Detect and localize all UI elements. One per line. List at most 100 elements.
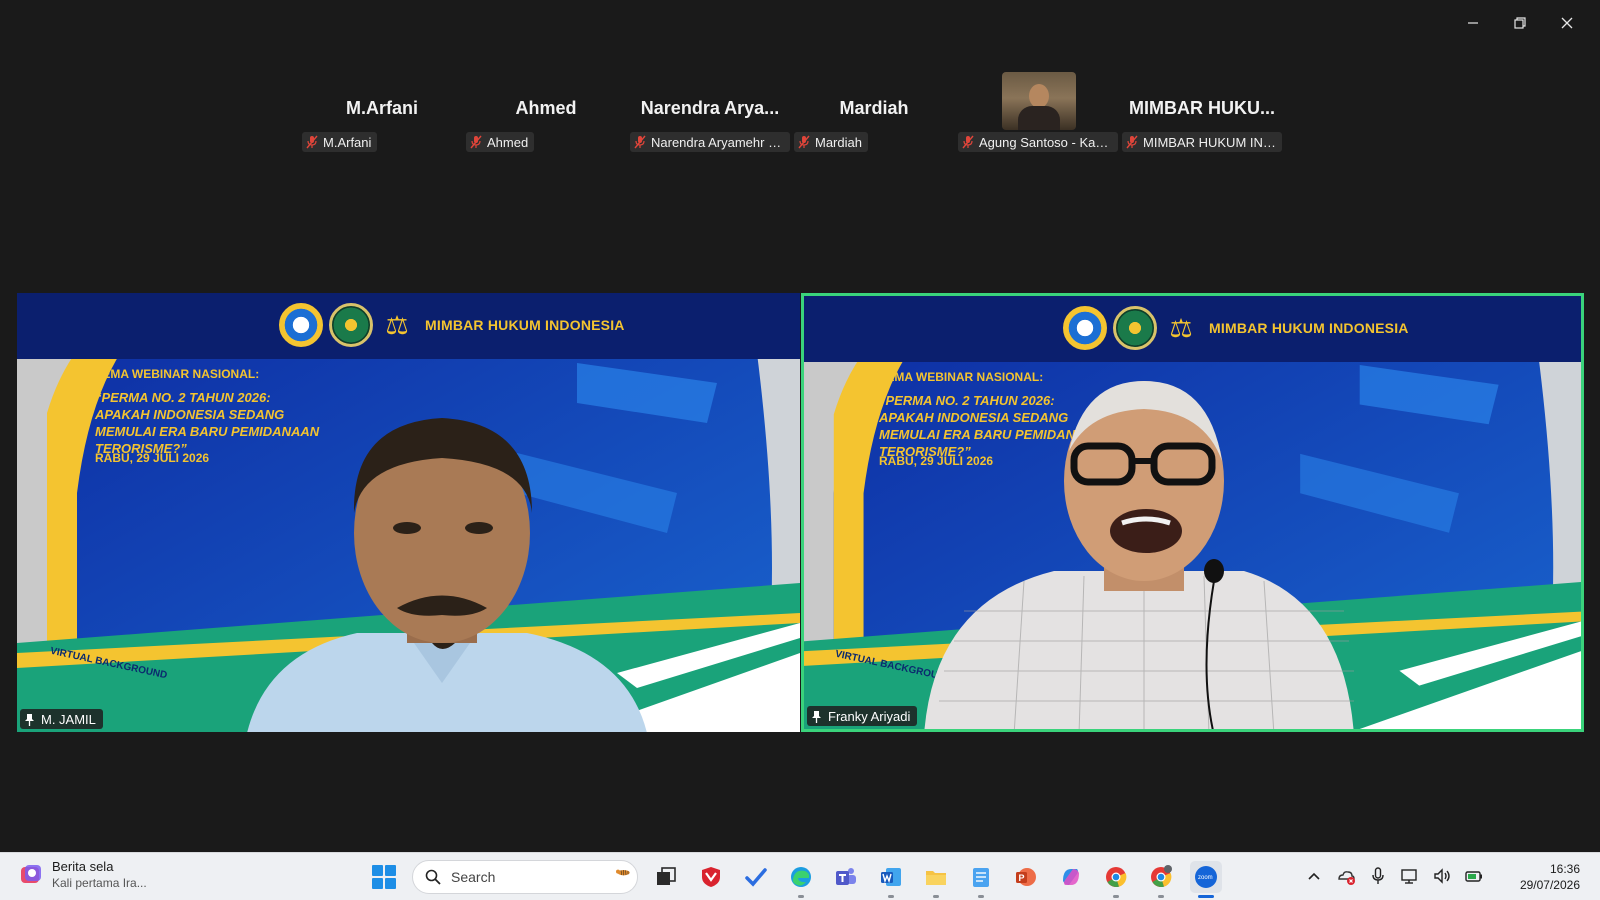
minimize-button[interactable] [1449,8,1496,38]
participant-tile[interactable]: Narendra Arya... Narendra Aryamehr R... [628,68,792,160]
tiger-highlight-icon [616,869,630,876]
restore-button[interactable] [1496,8,1543,38]
taskbar-app-task-view[interactable] [650,861,682,893]
taskbar-app-chrome-profile[interactable] [1145,861,1177,898]
news-widget[interactable]: Berita sela Kali pertama Ira... [18,859,147,890]
participant-label-text: Ahmed [487,134,529,150]
onedrive-error-icon[interactable] [1336,866,1356,886]
svg-text:zoom: zoom [1198,875,1213,881]
running-indicator [1113,895,1119,898]
participant-label: Mardiah [794,132,868,152]
clock-time: 16:36 [1549,862,1580,876]
participant-tile-video[interactable]: Agung Santoso - Kam... [956,68,1120,160]
participant-name: Narendra Arya... [640,98,780,118]
svg-text:P: P [1019,873,1025,883]
participant-name: MIMBAR HUKU... [1129,98,1275,118]
taskbar-app-zoom[interactable]: zoom [1190,861,1222,898]
seal-logo-icon [1113,306,1157,350]
notepad-icon [973,868,989,887]
taskbar-app-word[interactable] [875,861,907,898]
taskbar-app-edge[interactable] [785,861,817,898]
chrome-icon [1151,865,1172,888]
close-icon [1561,17,1572,29]
checkmark-icon [745,868,767,887]
participant-label-text: MIMBAR HUKUM IND... [1143,134,1276,150]
taskbar-clock[interactable]: 16:36 29/07/2026 [1520,861,1580,893]
edge-icon [791,867,811,887]
battery-icon[interactable] [1464,866,1484,886]
brand-text: MIMBAR HUKUM INDONESIA [425,317,625,333]
mic-muted-icon [1126,135,1138,149]
taskbar-app-todo[interactable] [740,861,772,893]
justice-logo-icon: ⚖ [385,309,409,340]
justice-logo-icon: ⚖ [1169,312,1193,343]
windows-taskbar: Berita sela Kali pertama Ira... Search P… [0,852,1600,900]
mic-muted-icon [962,135,974,149]
university-logo-icon [279,303,323,347]
participant-tile[interactable]: Ahmed Ahmed [464,68,628,160]
search-icon [425,869,441,885]
thumbnail-head [1029,84,1049,108]
running-indicator [798,895,804,898]
taskbar-app-file-explorer[interactable] [920,861,952,898]
folder-icon [926,871,946,885]
clock-date: 29/07/2026 [1519,878,1580,892]
task-view-icon [657,867,676,885]
mic-muted-icon [306,135,318,149]
video-panel-left[interactable]: ⚖ MIMBAR HUKUM INDONESIA TEMA WEBINAR NA… [17,293,800,732]
taskbar-app-powerpoint[interactable]: P [1010,861,1042,893]
participant-label: MIMBAR HUKUM IND... [1122,132,1282,152]
taskbar-app-notepad[interactable] [965,861,997,898]
pin-icon [812,710,821,723]
mic-muted-icon [798,135,810,149]
network-icon[interactable] [1400,866,1420,886]
participant-label-text: Agung Santoso - Kam... [979,134,1112,150]
participant-tile[interactable]: M.Arfani M.Arfani [300,68,464,160]
running-indicator [978,895,984,898]
restore-icon [1513,17,1526,29]
running-indicator [888,895,894,898]
zoom-icon: zoom [1195,866,1217,888]
running-indicator [1198,895,1214,898]
running-indicator [933,895,939,898]
taskbar-app-teams[interactable] [830,861,862,893]
participant-name: Ahmed [515,98,577,118]
start-button[interactable] [372,865,396,889]
minimize-icon [1467,22,1478,24]
video-panel-right-active-speaker[interactable]: ⚖ MIMBAR HUKUM INDONESIA TEMA WEBINAR NA… [801,293,1584,732]
participant-label-text: Mardiah [815,134,862,150]
word-icon [881,868,901,886]
slide-logos: ⚖ MIMBAR HUKUM INDONESIA [279,303,625,347]
brand-text: MIMBAR HUKUM INDONESIA [1209,320,1409,336]
teams-icon [836,868,856,885]
mic-muted-icon [470,135,482,149]
video-name-tag: Franky Ariyadi [807,706,918,726]
taskbar-app-chrome[interactable] [1100,861,1132,898]
search-placeholder: Search [451,869,496,885]
participant-strip: M.Arfani M.Arfani Ahmed Ahmed Narendra A… [300,68,1300,160]
participant-label: Ahmed [466,132,535,152]
news-title: Berita sela [52,859,114,874]
participant-label-text: Narendra Aryamehr R... [651,134,784,150]
taskbar-app-copilot[interactable] [1055,861,1087,893]
news-widget-icon [21,864,41,883]
start-icon-tile [385,878,396,889]
participant-label-text: M.Arfani [323,134,372,150]
chrome-icon [1106,867,1127,888]
microphone-icon[interactable] [1368,866,1388,886]
taskbar-search[interactable]: Search [412,860,638,894]
participant-name: M.Arfani [346,98,418,118]
start-icon-tile [372,878,383,889]
pin-icon [25,713,34,726]
video-name: Franky Ariyadi [828,708,911,724]
taskbar-apps: P zoom [650,861,1222,898]
participant-video-person [924,381,1354,729]
participant-tile[interactable]: Mardiah Mardiah [792,68,956,160]
volume-icon[interactable] [1432,866,1452,886]
chevron-up-icon[interactable] [1304,866,1324,886]
participant-name: Mardiah [839,98,909,118]
close-button[interactable] [1543,8,1590,38]
copilot-icon [1063,869,1079,885]
participant-tile[interactable]: MIMBAR HUKU... MIMBAR HUKUM IND... [1120,68,1284,160]
taskbar-app-mcafee[interactable] [695,861,727,893]
